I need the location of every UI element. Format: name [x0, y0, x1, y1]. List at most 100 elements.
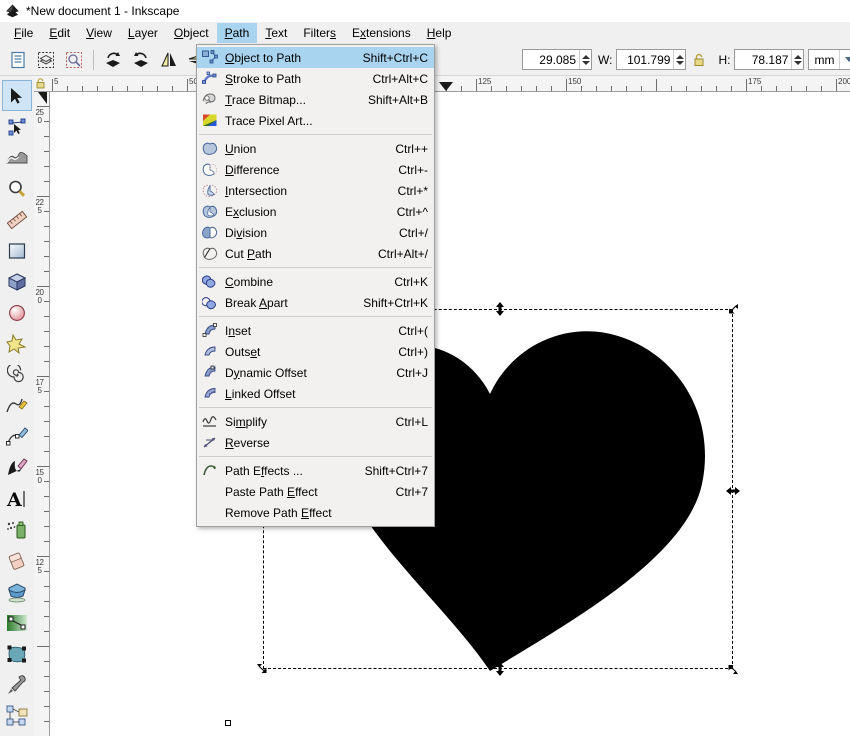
- heart-shape[interactable]: [50, 92, 850, 736]
- menu-filters[interactable]: Filters: [295, 23, 344, 43]
- menu-edit[interactable]: Edit: [41, 23, 78, 43]
- y-spinner-arrows[interactable]: [579, 50, 591, 69]
- page-end-marker-icon: [439, 82, 453, 91]
- select-all-icon[interactable]: [5, 47, 31, 73]
- selection-handle-top-right[interactable]: [726, 302, 738, 314]
- menu-item-label: Trace Bitmap...: [225, 92, 306, 107]
- menu-item-linked-offset[interactable]: Linked Offset: [197, 383, 434, 404]
- canvas-area[interactable]: [50, 92, 850, 736]
- zoom-tool[interactable]: [2, 173, 32, 204]
- menu-item-accel: Ctrl+Alt+C: [372, 71, 428, 86]
- vruler-label-5: 125: [35, 558, 44, 575]
- bezier-pen-tool[interactable]: [2, 421, 32, 452]
- menu-item-simplify[interactable]: Simplify Ctrl+L: [197, 411, 434, 432]
- menu-view[interactable]: View: [78, 23, 120, 43]
- pencil-tool[interactable]: [2, 390, 32, 421]
- selection-handle-bottom-left[interactable]: [255, 662, 267, 673]
- menu-path[interactable]: Path: [216, 23, 258, 43]
- mesh-gradient-tool[interactable]: [2, 638, 32, 669]
- rotate-cw-icon[interactable]: [128, 47, 154, 73]
- paint-bucket-tool[interactable]: [2, 576, 32, 607]
- measure-tool[interactable]: [2, 204, 32, 235]
- width-spinner-arrows[interactable]: [673, 50, 686, 69]
- menu-extensions[interactable]: Extensions: [344, 23, 419, 43]
- menu-item-inset[interactable]: Inset Ctrl+(: [197, 320, 434, 341]
- menu-item-reverse[interactable]: Reverse: [197, 432, 434, 453]
- text-tool[interactable]: A: [2, 483, 32, 514]
- flip-horizontal-icon[interactable]: [156, 47, 182, 73]
- menu-item-dynamic-offset[interactable]: Dynamic Offset Ctrl+J: [197, 362, 434, 383]
- trace-pixelart-icon: [201, 112, 219, 129]
- gradient-tool[interactable]: [2, 607, 32, 638]
- selection-handle-middle-right[interactable]: [726, 485, 740, 496]
- menu-layer[interactable]: Layer: [120, 23, 166, 43]
- eraser-tool[interactable]: [2, 545, 32, 576]
- calligraphy-tool[interactable]: [2, 452, 32, 483]
- menu-item-object-to-path[interactable]: Object to Path Shift+Ctrl+C: [197, 47, 434, 68]
- menu-item-break-apart[interactable]: Break Apart Shift+Ctrl+K: [197, 292, 434, 313]
- selection-handle-bottom-right[interactable]: [726, 662, 738, 674]
- menu-item-division[interactable]: Division Ctrl+/: [197, 222, 434, 243]
- menu-item-accel: Ctrl+*: [397, 183, 428, 198]
- y-coordinate-input[interactable]: [523, 50, 579, 69]
- select-all-layers-icon[interactable]: [33, 47, 59, 73]
- spray-tool[interactable]: [2, 514, 32, 545]
- rectangle-tool[interactable]: [2, 235, 32, 266]
- menu-help[interactable]: Help: [419, 23, 460, 43]
- chevron-down-icon[interactable]: [839, 50, 850, 69]
- menu-item-intersection[interactable]: Intersection Ctrl+*: [197, 180, 434, 201]
- menu-item-stroke-to-path[interactable]: Stroke to Path Ctrl+Alt+C: [197, 68, 434, 89]
- menu-file[interactable]: File: [6, 23, 41, 43]
- object-to-path-icon: [201, 49, 219, 66]
- ellipse-tool[interactable]: [2, 297, 32, 328]
- menu-text[interactable]: Text: [257, 23, 295, 43]
- menu-item-difference[interactable]: Difference Ctrl+-: [197, 159, 434, 180]
- selection-handle-bottom-center[interactable]: [494, 662, 505, 676]
- menu-item-path-effects[interactable]: Path Effects ... Shift+Ctrl+7: [197, 460, 434, 481]
- menu-object[interactable]: Object: [166, 23, 217, 43]
- menu-item-accel: Ctrl+L: [395, 414, 428, 429]
- node-tool[interactable]: [2, 111, 32, 142]
- selection-handle-top-center[interactable]: [494, 302, 505, 316]
- height-input[interactable]: [735, 50, 792, 69]
- combine-icon: [201, 273, 219, 290]
- menu-item-label: Stroke to Path: [225, 71, 302, 86]
- union-icon: [201, 140, 219, 157]
- menu-item-accel: Shift+Alt+B: [367, 92, 428, 107]
- menu-item-paste-path-effect[interactable]: Paste Path Effect Ctrl+7: [197, 481, 434, 502]
- menu-item-union[interactable]: Union Ctrl++: [197, 138, 434, 159]
- vertical-ruler[interactable]: 250 225 200 175 150 125: [34, 92, 50, 736]
- spiral-tool[interactable]: [2, 359, 32, 390]
- menu-separator-4: [199, 407, 432, 408]
- selector-tool[interactable]: [2, 80, 32, 111]
- 3dbox-tool[interactable]: [2, 266, 32, 297]
- width-spinner[interactable]: [616, 49, 687, 70]
- rotate-ccw-icon[interactable]: [100, 47, 126, 73]
- menu-item-accel: Ctrl+/: [398, 225, 428, 240]
- horizontal-ruler[interactable]: 5 50 125 150 175 200: [34, 76, 850, 92]
- height-spinner[interactable]: [734, 49, 805, 70]
- unit-selector[interactable]: mm: [808, 49, 850, 70]
- menu-item-label: Division: [225, 225, 268, 240]
- menu-item-combine[interactable]: Combine Ctrl+K: [197, 271, 434, 292]
- height-spinner-arrows[interactable]: [791, 50, 804, 69]
- menu-item-label: Cut Path: [225, 246, 272, 261]
- menu-item-outset[interactable]: Outset Ctrl+): [197, 341, 434, 362]
- menu-item-label: Simplify: [225, 414, 268, 429]
- connector-tool[interactable]: [2, 700, 32, 731]
- y-coordinate-spinner[interactable]: [522, 49, 592, 70]
- star-tool[interactable]: [2, 328, 32, 359]
- menu-item-trace-bitmap[interactable]: Trace Bitmap... Shift+Alt+B: [197, 89, 434, 110]
- menu-item-exclusion[interactable]: Exclusion Ctrl+^: [197, 201, 434, 222]
- width-input[interactable]: [617, 50, 674, 69]
- ruler-lock-icon[interactable]: [35, 77, 46, 90]
- menu-item-trace-pixel-art[interactable]: Trace Pixel Art...: [197, 110, 434, 131]
- tweak-tool[interactable]: [2, 142, 32, 173]
- dropper-tool[interactable]: [2, 669, 32, 700]
- menu-item-label: Reverse: [225, 435, 270, 450]
- deselect-icon[interactable]: [61, 47, 87, 73]
- linked-offset-icon: [201, 385, 219, 402]
- menu-item-remove-path-effect[interactable]: Remove Path Effect: [197, 502, 434, 523]
- lock-wh-ratio-icon[interactable]: [689, 49, 709, 71]
- menu-item-cut-path[interactable]: Cut Path Ctrl+Alt+/: [197, 243, 434, 264]
